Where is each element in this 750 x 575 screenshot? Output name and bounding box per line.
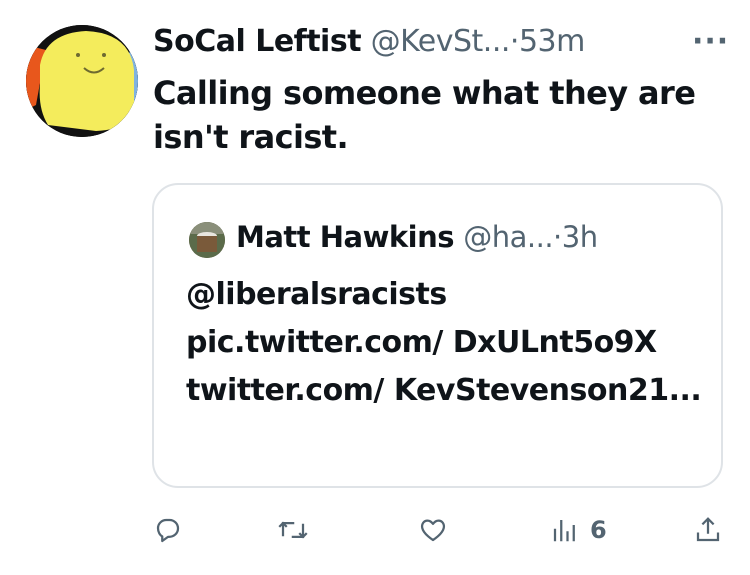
retweet-icon [278,521,308,539]
quoted-tweet-text: @liberalsracists pic.twitter.com/ DxULnt… [186,277,702,408]
views-icon [553,520,575,542]
quoted-author-handle[interactable]: @ha... [463,220,553,254]
views-count: 6 [590,516,607,544]
tweet-text: Calling someone what they are isn't raci… [153,74,696,156]
quoted-tweet-time[interactable]: 3h [562,220,598,254]
quoted-tweet[interactable]: Matt Hawkins @ha...·3h @liberalsracists … [152,183,723,488]
quoted-meta-separator: · [553,220,562,254]
tweet-header: SoCal Leftist @KevSt...·53m [153,22,585,62]
views-button[interactable]: 6 [550,510,607,550]
share-button[interactable] [693,510,723,550]
quoted-avatar-image [189,222,225,258]
tweet-time[interactable]: 53m [519,24,585,59]
more-options-button[interactable]: ··· [692,22,729,62]
author-name[interactable]: SoCal Leftist [153,24,362,59]
meta-separator: · [509,24,520,59]
retweet-button[interactable] [276,510,320,550]
like-button[interactable] [418,510,458,550]
share-icon [696,517,720,542]
quoted-author-name[interactable]: Matt Hawkins [236,220,455,254]
author-avatar[interactable] [26,25,138,137]
avatar-image [26,25,138,137]
heart-icon [420,519,446,542]
quoted-author-avatar[interactable] [189,222,225,258]
reply-icon [156,518,180,543]
quoted-tweet-header: Matt Hawkins @ha...·3h [236,217,598,257]
author-handle[interactable]: @KevSt... [371,24,511,59]
reply-button[interactable] [153,510,193,550]
tweet-actions: 6 [0,510,750,550]
